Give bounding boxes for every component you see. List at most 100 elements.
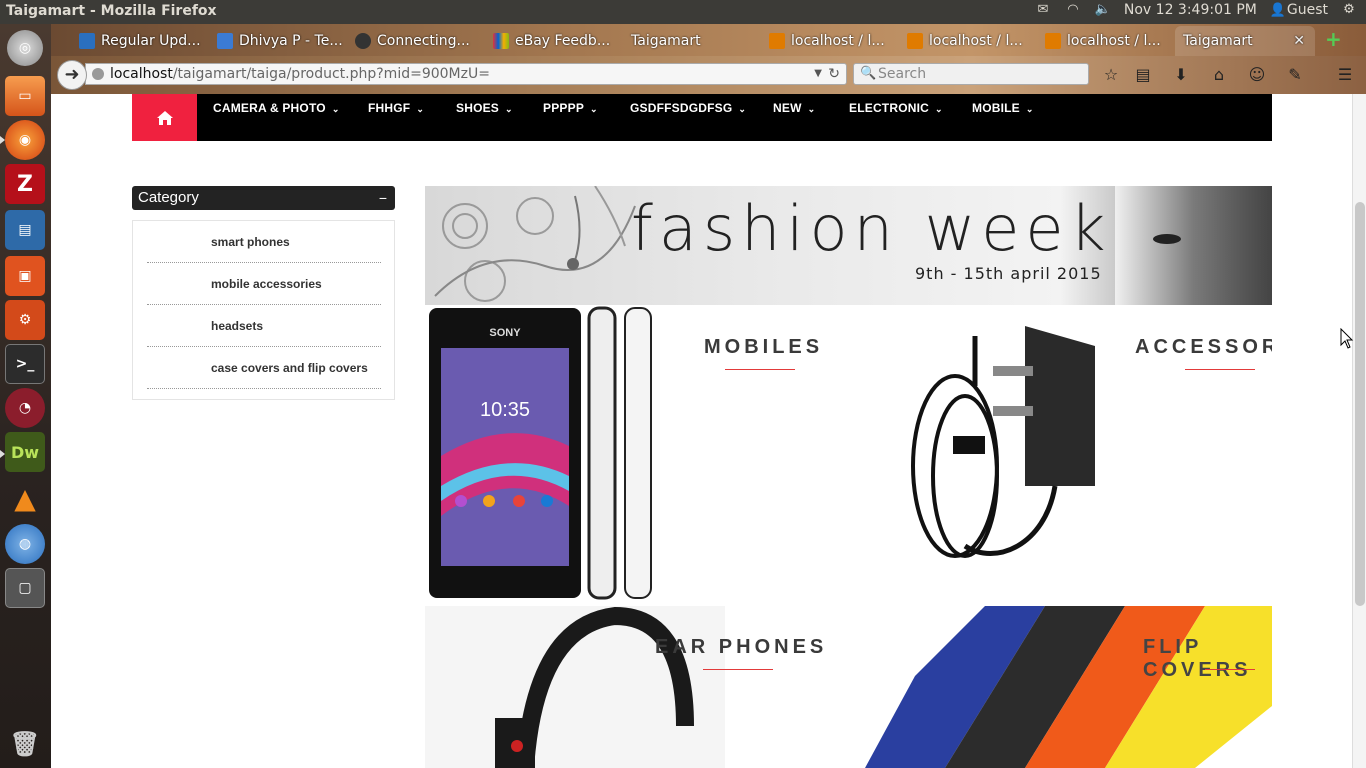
chevron-down-icon: ⌄	[416, 104, 425, 114]
top-panel: Taigamart - Mozilla Firefox ✉ ◠ 🔈 Nov 12…	[0, 0, 1366, 24]
chevron-down-icon: ⌄	[505, 104, 513, 114]
app-icon[interactable]: ◔	[5, 388, 45, 428]
close-tab-icon[interactable]: ✕	[1293, 33, 1305, 49]
nav-label: PPPPP	[543, 101, 585, 115]
accessories-label: ACCESSORIES	[1135, 336, 1272, 358]
nav-ppppp[interactable]: PPPPP ⌄	[543, 101, 598, 115]
tab[interactable]: Regular Upd...	[71, 26, 211, 56]
menu-icon[interactable]: ☰	[1335, 65, 1355, 85]
nav-shoes[interactable]: SHOES ⌄	[456, 101, 513, 115]
collapse-icon[interactable]: −	[379, 186, 387, 210]
tab[interactable]: Dhivya P - Te...	[209, 26, 349, 56]
trash-icon[interactable]: 🗑	[5, 724, 45, 764]
search-placeholder: Search	[878, 66, 927, 82]
category-item[interactable]: headsets	[147, 305, 381, 347]
model-photo	[1115, 186, 1272, 305]
bookmarks-menu-icon[interactable]: ▤	[1133, 65, 1153, 85]
ear-phones-tile[interactable]: EAR PHONES	[425, 606, 835, 768]
flip-covers-label: FLIP COVERS	[1143, 636, 1252, 681]
dreamweaver-icon[interactable]: Dw	[5, 432, 45, 472]
new-tab-icon[interactable]: +	[1325, 29, 1342, 49]
tab-label: localhost / l...	[791, 33, 885, 49]
files-icon[interactable]: ▭	[5, 76, 45, 116]
tab-active[interactable]: Taigamart ✕	[1175, 26, 1315, 56]
category-item[interactable]: smart phones	[147, 221, 381, 263]
flip-covers-tile[interactable]: FLIP COVERS	[835, 606, 1272, 768]
nav-fhhgf[interactable]: FHHGF ⌄	[368, 101, 424, 115]
site-info-icon[interactable]	[92, 68, 104, 80]
tab[interactable]: eBay Feedb...	[485, 26, 625, 56]
nav-gsdffsdgdfsg[interactable]: GSDFFSDGDFSG ⌄	[630, 101, 746, 115]
nav-label: CAMERA & PHOTO	[213, 101, 326, 115]
search-icon: 🔍	[860, 66, 877, 81]
tab-label: Regular Upd...	[101, 33, 201, 49]
filezilla-icon[interactable]: Z	[5, 164, 45, 204]
label-underline	[1205, 669, 1255, 670]
tab-label: Taigamart	[1183, 33, 1253, 49]
dash-icon[interactable]: ◎	[7, 30, 43, 66]
tab[interactable]: localhost / l...	[899, 26, 1039, 56]
nav-camera-photo[interactable]: CAMERA & PHOTO ⌄	[213, 101, 340, 115]
category-item[interactable]: case covers and flip covers	[147, 347, 381, 389]
nav-label: GSDFFSDGDFSG	[630, 101, 733, 115]
tab-favicon	[907, 33, 923, 49]
label-underline	[725, 369, 795, 370]
terminal-icon[interactable]: >_	[5, 344, 45, 384]
scrollbar-thumb[interactable]	[1355, 202, 1365, 606]
workspace-icon[interactable]: ▢	[5, 568, 45, 608]
clock[interactable]: Nov 12 3:49:01 PM	[1124, 2, 1257, 18]
mail-icon[interactable]: ✉	[1034, 3, 1052, 17]
writer-icon[interactable]: ▤	[5, 210, 45, 250]
software-center-icon[interactable]: ▣	[5, 256, 45, 296]
back-button[interactable]: ➜	[57, 60, 87, 90]
chromium-icon[interactable]: ◍	[5, 524, 45, 564]
nav-new[interactable]: NEW ⌄	[773, 101, 815, 115]
user-name: Guest	[1286, 2, 1328, 18]
window-title: Taigamart - Mozilla Firefox	[6, 3, 217, 19]
nav-mobile[interactable]: MOBILE ⌄	[972, 101, 1034, 115]
chevron-down-icon: ⌄	[590, 104, 598, 114]
scrollbar[interactable]	[1352, 94, 1366, 768]
vlc-icon[interactable]: ▲	[5, 478, 45, 518]
mouse-cursor-icon	[1340, 328, 1354, 349]
chevron-down-icon: ⌄	[738, 104, 747, 114]
category-item[interactable]: mobile accessories	[147, 263, 381, 305]
category-header[interactable]: Category −	[132, 186, 395, 210]
tab-label: Taigamart	[631, 33, 701, 49]
tab[interactable]: localhost / l...	[761, 26, 901, 56]
nav-label: NEW	[773, 101, 802, 115]
tab[interactable]: Connecting...	[347, 26, 487, 56]
volume-icon[interactable]: 🔈	[1094, 3, 1112, 17]
user-menu[interactable]: 👤Guest	[1269, 2, 1328, 18]
tab[interactable]: Taigamart	[623, 26, 763, 56]
wifi-icon[interactable]: ◠	[1064, 3, 1082, 17]
mobiles-tile[interactable]: SONY 10:35 MOBILES	[425, 306, 835, 604]
ear-phones-label: EAR PHONES	[655, 636, 828, 658]
nav-label: FHHGF	[368, 101, 411, 115]
reload-icon[interactable]: ↻	[828, 64, 840, 84]
tab-favicon	[217, 33, 233, 49]
firefox-icon[interactable]: ◉	[5, 120, 45, 160]
label-underline	[1185, 369, 1255, 370]
accessories-tile[interactable]: ACCESSORIES	[835, 306, 1272, 604]
phone-clock: 10:35	[480, 399, 530, 421]
settings-icon[interactable]: ⚙	[5, 300, 45, 340]
charger-image	[911, 326, 1095, 558]
downloads-icon[interactable]: ⬇	[1171, 65, 1191, 85]
extension-icon[interactable]: ✎	[1285, 65, 1305, 85]
nav-label: ELECTRONIC	[849, 101, 929, 115]
home-icon[interactable]: ⌂	[1209, 65, 1229, 85]
chat-icon[interactable]: ☺	[1247, 65, 1267, 85]
tab-label: Dhivya P - Te...	[239, 33, 343, 49]
url-host: localhost	[110, 66, 173, 82]
tab[interactable]: localhost / l...	[1037, 26, 1177, 56]
nav-electronic[interactable]: ELECTRONIC ⌄	[849, 101, 943, 115]
chevron-down-icon[interactable]: ▼	[814, 64, 822, 84]
fashion-week-banner[interactable]: fashion week 9th - 15th april 2015	[425, 186, 1272, 305]
gear-icon[interactable]: ⚙	[1340, 3, 1358, 17]
phone-image: SONY 10:35	[429, 306, 652, 600]
url-bar[interactable]: localhost/taigamart/taiga/product.php?mi…	[85, 63, 847, 85]
home-button[interactable]	[132, 94, 197, 141]
search-input[interactable]: 🔍 Search	[853, 63, 1089, 85]
bookmark-star-icon[interactable]: ☆	[1101, 65, 1121, 85]
